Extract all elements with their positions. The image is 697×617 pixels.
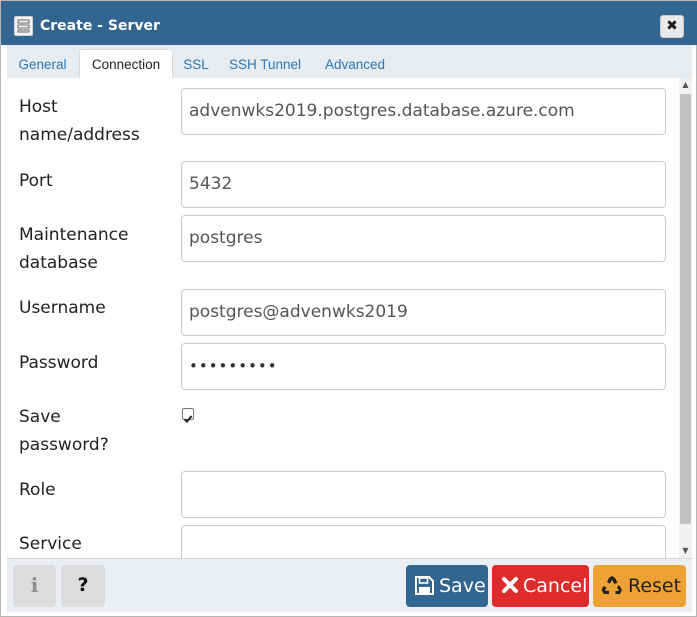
save-button-label: Save	[439, 575, 486, 597]
checkmark-icon	[183, 415, 193, 424]
port-label: Port	[19, 171, 53, 191]
scroll-up-arrow-icon[interactable]: ▲	[679, 78, 692, 92]
host-input[interactable]: advenwks2019.postgres.database.azure.com	[181, 88, 666, 135]
server-icon	[14, 16, 33, 36]
cancel-button-label: Cancel	[523, 575, 588, 597]
cancel-button[interactable]: Cancel	[492, 565, 589, 607]
service-input[interactable]	[181, 525, 666, 558]
tab-general[interactable]: General	[9, 51, 76, 78]
host-label-line1: Host	[19, 97, 58, 117]
connection-form[interactable]: Host name/address advenwks2019.postgres.…	[7, 78, 679, 558]
dialog-title: Create - Server	[40, 18, 160, 34]
reset-button-label: Reset	[628, 575, 682, 597]
port-input[interactable]: 5432	[181, 161, 666, 208]
tab-bar: General Connection SSL SSH Tunnel Advanc…	[7, 45, 692, 79]
save-password-label-line2: password?	[19, 435, 109, 455]
maintenance-db-label-line2: database	[19, 253, 98, 273]
maintenance-db-label-line1: Maintenance	[19, 225, 129, 245]
info-icon: i	[30, 573, 39, 597]
maintenance-db-input[interactable]: postgres	[181, 215, 666, 262]
scroll-thumb[interactable]	[680, 94, 691, 524]
save-password-label-line1: Save	[19, 407, 61, 427]
role-label: Role	[19, 480, 56, 500]
dialog-footer: i ? Save Cancel Reset	[7, 558, 692, 612]
save-password-checkbox[interactable]	[182, 408, 194, 424]
close-icon: ✖	[666, 18, 678, 34]
password-input[interactable]: •••••••••	[181, 343, 666, 390]
username-input[interactable]: postgres@advenwks2019	[181, 289, 666, 336]
password-label: Password	[19, 353, 99, 373]
x-icon	[502, 577, 518, 593]
help-icon: ?	[77, 574, 89, 596]
title-bar[interactable]: Create - Server ✖	[1, 1, 697, 45]
username-label: Username	[19, 298, 106, 318]
help-button[interactable]: ?	[61, 565, 105, 607]
floppy-disk-icon	[415, 576, 434, 595]
tab-connection[interactable]: Connection	[79, 49, 173, 79]
role-input[interactable]	[181, 471, 666, 518]
create-server-dialog: Create - Server ✖ General Connection SSL…	[0, 0, 697, 617]
host-label-line2: name/address	[19, 125, 140, 145]
tab-advanced[interactable]: Advanced	[314, 51, 396, 78]
close-button[interactable]: ✖	[660, 15, 684, 38]
info-button[interactable]: i	[13, 565, 56, 607]
scroll-down-arrow-icon[interactable]: ▼	[679, 544, 692, 558]
form-scrollbar[interactable]: ▲ ▼	[679, 78, 692, 558]
tab-ssl[interactable]: SSL	[176, 51, 216, 78]
reset-button[interactable]: Reset	[593, 565, 686, 607]
recycle-icon	[601, 576, 622, 594]
save-button[interactable]: Save	[406, 565, 488, 607]
tab-ssh-tunnel[interactable]: SSH Tunnel	[219, 51, 311, 78]
service-label: Service	[19, 534, 82, 554]
